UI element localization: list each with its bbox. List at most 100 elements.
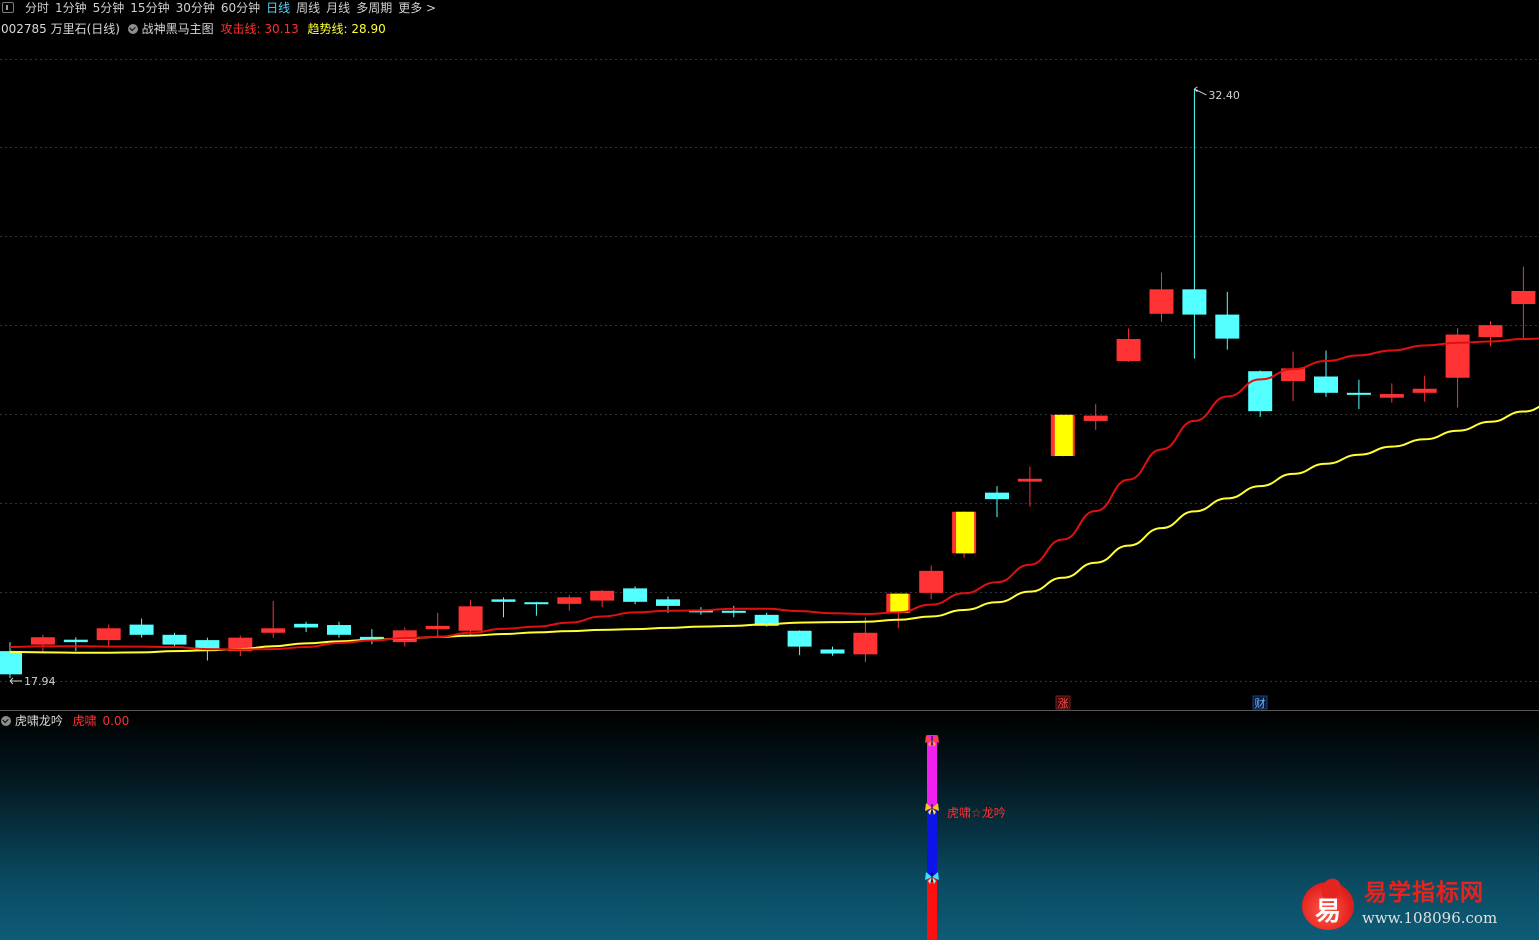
candle [425,612,450,638]
min-price-annotation: 17.94 [9,675,56,688]
max-pointer-icon [1194,86,1207,96]
candle [1379,383,1404,403]
candle [458,599,483,635]
signal-bar-magenta [927,735,937,808]
tab-1min[interactable]: 1分钟 [55,1,87,15]
candle-strong-fill [890,593,909,613]
candle [1511,266,1536,339]
cai-marker-text: 财 [1255,696,1266,710]
tab-60min[interactable]: 60分钟 [221,1,260,15]
max-price-label: 32.40 [1208,89,1240,102]
tab-more[interactable]: 更多 > [398,1,436,15]
chevron-right-icon: > [426,1,437,15]
cai-marker[interactable]: 财 [1252,695,1268,710]
candle [853,617,878,663]
candle-body [985,492,1009,500]
indicator-panel-toggle-icon[interactable] [1,716,11,726]
candle-body [787,630,812,647]
price-gridlines [0,59,1539,682]
indicator-panel-name[interactable]: 虎啸龙吟 [15,714,63,728]
candle-body [195,640,220,650]
candle-body [162,634,187,645]
candle-body [1478,325,1503,337]
candle-body [458,606,483,631]
tab-fenshi[interactable]: 分时 [25,1,49,15]
candle-body [1017,478,1042,482]
candle [1346,379,1371,410]
zhang-marker-text: 涨 [1058,697,1069,710]
candle [261,601,286,638]
candle [524,601,549,616]
menu-icon[interactable] [2,2,14,13]
candle-body [524,602,549,605]
candle [491,597,516,618]
candle-body [294,623,319,628]
candle [30,634,55,652]
tab-more-label: 更多 [398,1,423,15]
candle-body [1412,388,1437,393]
candle-body [63,639,88,643]
indicator-value: 0.00 [102,714,130,728]
candle-body [1379,394,1404,398]
candle [1182,88,1207,359]
candle [63,637,88,652]
candle [590,590,615,608]
candle [129,618,154,638]
watermark-logo-icon: 易 [1302,874,1354,930]
candle-body [820,649,845,654]
candle-body [853,632,878,655]
candle-body [1215,314,1240,339]
stock-title: 002785 万里石(日线) [1,22,120,36]
candle [1083,403,1108,430]
period-toolbar: 分时 1分钟 5分钟 15分钟 30分钟 60分钟 日线 周线 月线 多周期 更多 > [0,0,1539,17]
price-chart[interactable]: 32.40 17.94 涨 财 [0,0,1539,711]
candle [1149,272,1174,322]
watermark-url: www.108096.com [1362,909,1498,927]
candle [1017,466,1042,507]
candle [162,632,187,647]
candle-body [392,630,417,643]
trend-line [9,405,1539,654]
candles [0,88,1536,678]
attack-line [9,337,1539,651]
tab-weekly[interactable]: 周线 [296,1,320,15]
candle [919,565,944,600]
candle [623,586,648,605]
candle [294,621,319,632]
candle-body [919,570,944,593]
period-tabs: 分时 1分钟 5分钟 15分钟 30分钟 60分钟 日线 周线 月线 多周期 更多 > [25,0,442,17]
min-price-label: 17.94 [24,675,56,688]
candle [557,595,582,611]
candle-body [656,599,680,606]
candle-body [1083,415,1108,421]
watermark-logo-char: 易 [1314,897,1341,927]
candle-strong-fill [1054,414,1073,456]
tab-5min[interactable]: 5分钟 [93,1,125,15]
candle [1281,351,1306,401]
candle [1314,350,1338,397]
candle-body [30,637,55,645]
candle [1445,328,1470,408]
watermark: 易 易学指标网 www.108096.com [1298,870,1528,935]
tab-multi-period[interactable]: 多周期 [356,1,392,15]
tab-daily[interactable]: 日线 [266,1,290,15]
tab-monthly[interactable]: 月线 [326,1,350,15]
candle-body [590,590,615,601]
candle-body [129,624,154,635]
candle-body [327,625,351,635]
tab-15min[interactable]: 15分钟 [130,1,169,15]
candle-body [623,588,648,602]
signal-text: 虎啸☆龙吟 [947,805,1006,820]
candle [1050,414,1075,457]
candle [952,511,977,558]
trend-line-value: 趋势线: 28.90 [307,22,386,36]
tab-30min[interactable]: 30分钟 [176,1,215,15]
candle-body [1445,334,1470,378]
candle [721,605,746,618]
candle-body [557,597,582,604]
candle-body [1182,289,1207,315]
candle-body [96,628,121,641]
zhang-marker[interactable]: 涨 [1055,695,1071,710]
indicator-toggle-icon[interactable] [127,24,138,34]
indicator-name[interactable]: 战神黑马主图 [142,22,214,36]
